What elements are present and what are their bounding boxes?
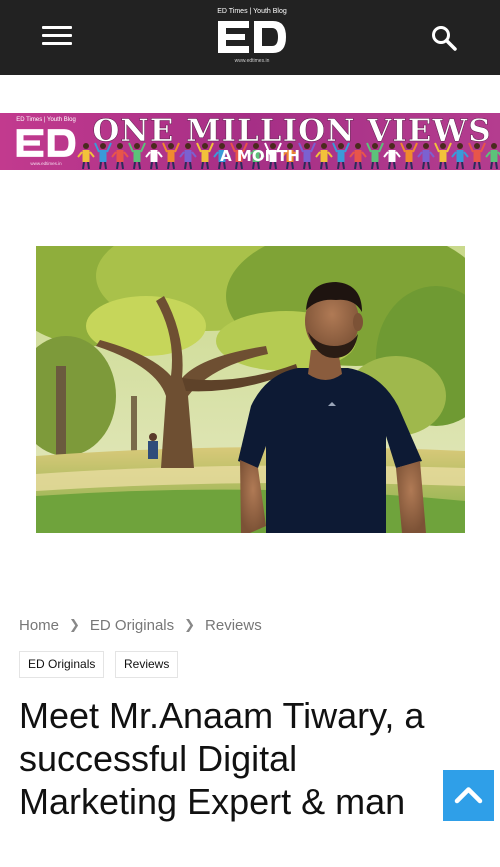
chevron-right-icon: ❯ [69,617,80,632]
article-title: Meet Mr.Anaam Tiwary, a successful Digit… [19,695,425,822]
logo-url: www.edtimes.in [234,58,270,64]
breadcrumb-ed-originals[interactable]: ED Originals [90,617,174,634]
banner-headline: ONE MILLION VIEWS [92,113,492,149]
banner-logo-mark [16,129,76,157]
breadcrumb-home[interactable]: Home [19,617,59,634]
category-tag-reviews[interactable]: Reviews [115,651,179,678]
back-to-top-button[interactable] [443,770,494,821]
menu-icon[interactable] [42,25,72,47]
chevron-right-icon: ❯ [184,617,196,632]
banner-logo-url: www.edtimes.in [30,161,62,166]
logo-tagline: ED Times | Youth Blog [217,8,287,15]
chevron-up-icon [454,787,483,804]
logo-mark: ED [218,21,286,53]
category-tag-ed-originals[interactable]: ED Originals [19,651,105,678]
breadcrumb: Home ❯ ED Originals ❯ Reviews [19,615,262,635]
featured-image [36,246,465,533]
banner-subline: A MONTH [220,147,300,165]
banner-logo-tagline: ED Times | Youth Blog [16,117,76,123]
banner-logo: ED Times | Youth Blog www.edtimes.in [14,117,78,167]
promo-banner[interactable]: ED Times | Youth Blog www.edtimes.in ONE… [0,113,500,170]
search-icon[interactable] [430,24,460,52]
top-navigation-bar: ED Times | Youth Blog ED www.edtimes.in [0,0,500,75]
breadcrumb-reviews[interactable]: Reviews [205,617,262,634]
site-logo[interactable]: ED Times | Youth Blog ED www.edtimes.in [215,8,289,66]
